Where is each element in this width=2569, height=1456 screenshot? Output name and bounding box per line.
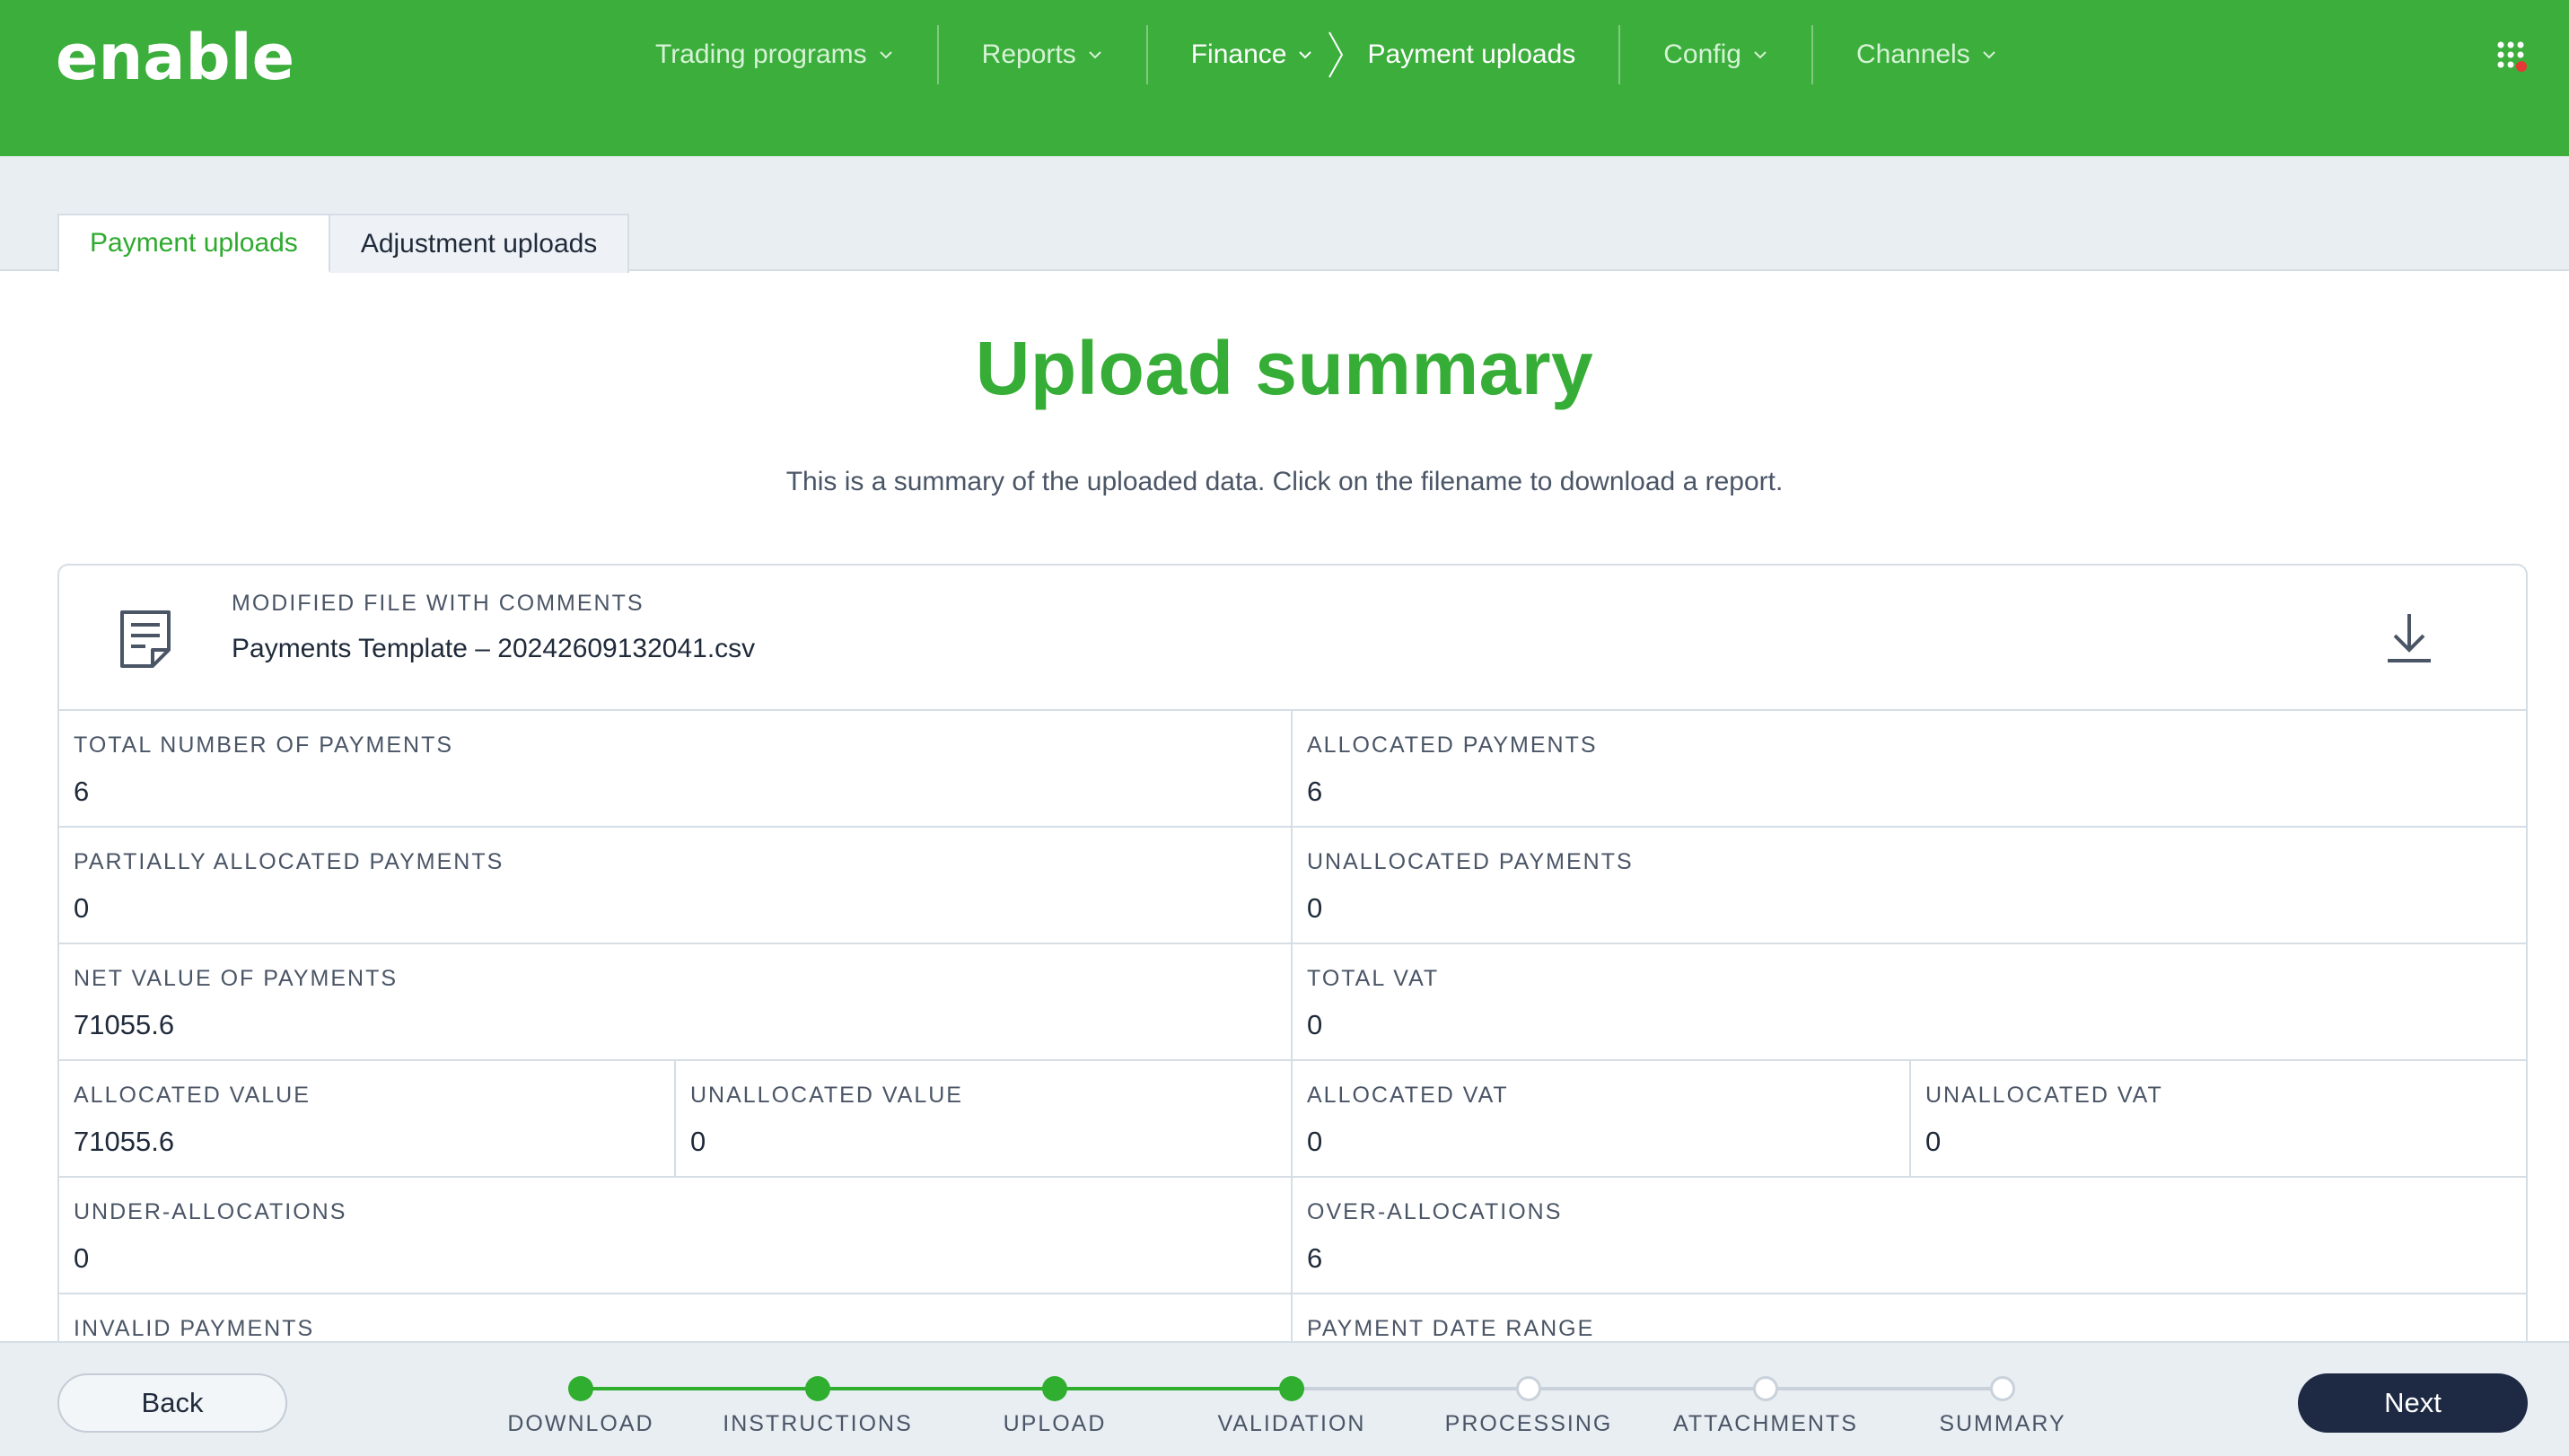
- main-nav: Trading programs Reports Finance Payment…: [634, 25, 2040, 84]
- nav-payment-uploads-label: Payment uploads: [1367, 39, 1576, 69]
- stat-allocated-vat: ALLOCATED VAT 0: [1293, 1061, 1911, 1178]
- step-dot-attachments: [1753, 1376, 1778, 1401]
- stat-allocated-value: ALLOCATED VALUE 71055.6: [59, 1061, 676, 1178]
- step-label-summary: SUMMARY: [1939, 1411, 2066, 1436]
- stat-value: 6: [1307, 776, 1323, 807]
- nav-payment-uploads[interactable]: Payment uploads: [1355, 25, 1618, 84]
- step-label-instructions: INSTRUCTIONS: [723, 1411, 913, 1436]
- chevron-down-icon: [1983, 51, 1995, 59]
- nav-reports-label: Reports: [981, 39, 1076, 69]
- upload-summary-card: MODIFIED FILE WITH COMMENTS Payments Tem…: [57, 564, 2528, 1354]
- nav-config[interactable]: Config: [1620, 25, 1811, 84]
- step-label-processing: PROCESSING: [1444, 1411, 1613, 1436]
- stat-label: INVALID PAYMENTS: [74, 1316, 315, 1341]
- file-name-link[interactable]: Payments Template – 20242609132041.csv: [232, 634, 755, 664]
- upload-tabs: Payment uploads Adjustment uploads: [57, 214, 630, 273]
- stat-over-allocations: OVER-ALLOCATIONS 6: [1293, 1178, 2526, 1294]
- step-dot-summary: [1990, 1376, 2015, 1401]
- notification-dot: [2516, 61, 2527, 72]
- stat-unallocated-payments: UNALLOCATED PAYMENTS 0: [1293, 828, 2526, 944]
- stat-partially-allocated-payments: PARTIALLY ALLOCATED PAYMENTS 0: [59, 828, 1293, 944]
- tab-adjustment-uploads[interactable]: Adjustment uploads: [329, 214, 630, 273]
- stat-value: 0: [74, 892, 90, 924]
- enable-logo[interactable]: enable: [56, 20, 325, 101]
- stat-value: 0: [1307, 892, 1323, 924]
- stat-value: 0: [1307, 1009, 1323, 1040]
- step-connector: [1766, 1387, 2003, 1390]
- stat-label: ALLOCATED PAYMENTS: [1307, 732, 1598, 758]
- stat-total-number-of-payments: TOTAL NUMBER OF PAYMENTS 6: [59, 711, 1293, 828]
- top-navigation-bar: enable Trading programs Reports Finance …: [0, 0, 2569, 156]
- stat-label: PARTIALLY ALLOCATED PAYMENTS: [74, 849, 504, 874]
- stat-value: 71055.6: [74, 1009, 175, 1040]
- file-section-label: MODIFIED FILE WITH COMMENTS: [232, 591, 644, 616]
- stat-unallocated-vat: UNALLOCATED VAT 0: [1911, 1061, 2526, 1178]
- stat-value: 0: [74, 1242, 90, 1274]
- step-connector: [1529, 1387, 1766, 1390]
- wizard-footer: DOWNLOAD INSTRUCTIONS UPLOAD VALIDATION PROC…: [0, 1341, 2569, 1456]
- breadcrumb-arrow-icon: [1328, 31, 1344, 78]
- chevron-down-icon: [1299, 51, 1312, 59]
- nav-channels-label: Channels: [1855, 39, 1970, 69]
- chevron-down-icon: [1754, 51, 1767, 59]
- document-icon: [120, 610, 171, 668]
- chevron-down-icon: [879, 51, 892, 59]
- stat-label: ALLOCATED VAT: [1307, 1083, 1509, 1108]
- step-label-attachments: ATTACHMENTS: [1673, 1411, 1858, 1436]
- stat-label: ALLOCATED VALUE: [74, 1083, 311, 1108]
- step-dot-instructions: [805, 1376, 830, 1401]
- stat-value: 71055.6: [74, 1126, 175, 1157]
- download-icon[interactable]: [2384, 610, 2434, 664]
- stat-unallocated-value: UNALLOCATED VALUE 0: [676, 1061, 1293, 1178]
- nav-config-label: Config: [1663, 39, 1741, 69]
- stat-label: NET VALUE OF PAYMENTS: [74, 966, 399, 991]
- stat-total-vat: TOTAL VAT 0: [1293, 944, 2526, 1061]
- stat-label: UNDER-ALLOCATIONS: [74, 1199, 347, 1224]
- step-dot-processing: [1516, 1376, 1541, 1401]
- next-button[interactable]: Next: [2298, 1373, 2528, 1433]
- nav-trading-programs[interactable]: Trading programs: [634, 25, 937, 84]
- step-connector: [818, 1387, 1055, 1390]
- stat-under-allocations: UNDER-ALLOCATIONS 0: [59, 1178, 1293, 1294]
- stat-label: UNALLOCATED PAYMENTS: [1307, 849, 1634, 874]
- nav-channels[interactable]: Channels: [1813, 25, 2040, 84]
- nav-reports[interactable]: Reports: [939, 25, 1146, 84]
- page-subtitle: This is a summary of the uploaded data. …: [785, 467, 1784, 496]
- stat-value: 6: [1307, 1242, 1323, 1274]
- grid-apps-icon[interactable]: [2495, 39, 2531, 75]
- stat-allocated-payments: ALLOCATED PAYMENTS 6: [1293, 711, 2526, 828]
- stat-label: TOTAL NUMBER OF PAYMENTS: [74, 732, 454, 758]
- step-connector: [1292, 1387, 1529, 1390]
- stat-label: UNALLOCATED VALUE: [690, 1083, 963, 1108]
- stat-label: PAYMENT DATE RANGE: [1307, 1316, 1595, 1341]
- back-button[interactable]: Back: [57, 1373, 287, 1433]
- step-label-validation: VALIDATION: [1217, 1411, 1366, 1436]
- nav-finance[interactable]: Finance: [1148, 25, 1327, 84]
- step-connector: [581, 1387, 818, 1390]
- stat-value: 0: [690, 1126, 706, 1157]
- stat-value: 0: [1925, 1126, 1942, 1157]
- modified-file-row: MODIFIED FILE WITH COMMENTS Payments Tem…: [59, 566, 2526, 711]
- stat-value: 6: [74, 776, 90, 807]
- step-label-upload: UPLOAD: [1003, 1411, 1107, 1436]
- stat-label: TOTAL VAT: [1307, 966, 1440, 991]
- page-title: Upload summary: [975, 326, 1594, 410]
- step-dot-download: [568, 1376, 593, 1401]
- step-label-download: DOWNLOAD: [507, 1411, 654, 1436]
- stat-label: UNALLOCATED VAT: [1925, 1083, 2163, 1108]
- stat-value: 0: [1307, 1126, 1323, 1157]
- step-connector: [1055, 1387, 1292, 1390]
- svg-text:enable: enable: [56, 21, 294, 94]
- stat-net-value-of-payments: NET VALUE OF PAYMENTS 71055.6: [59, 944, 1293, 1061]
- tab-payment-uploads[interactable]: Payment uploads: [57, 214, 330, 273]
- chevron-down-icon: [1088, 51, 1101, 59]
- progress-stepper: DOWNLOAD INSTRUCTIONS UPLOAD VALIDATION PROC…: [0, 1343, 2569, 1456]
- nav-trading-programs-label: Trading programs: [655, 39, 867, 69]
- step-dot-upload: [1042, 1376, 1067, 1401]
- nav-finance-label: Finance: [1190, 39, 1287, 69]
- stat-label: OVER-ALLOCATIONS: [1307, 1199, 1563, 1224]
- step-dot-validation: [1279, 1376, 1304, 1401]
